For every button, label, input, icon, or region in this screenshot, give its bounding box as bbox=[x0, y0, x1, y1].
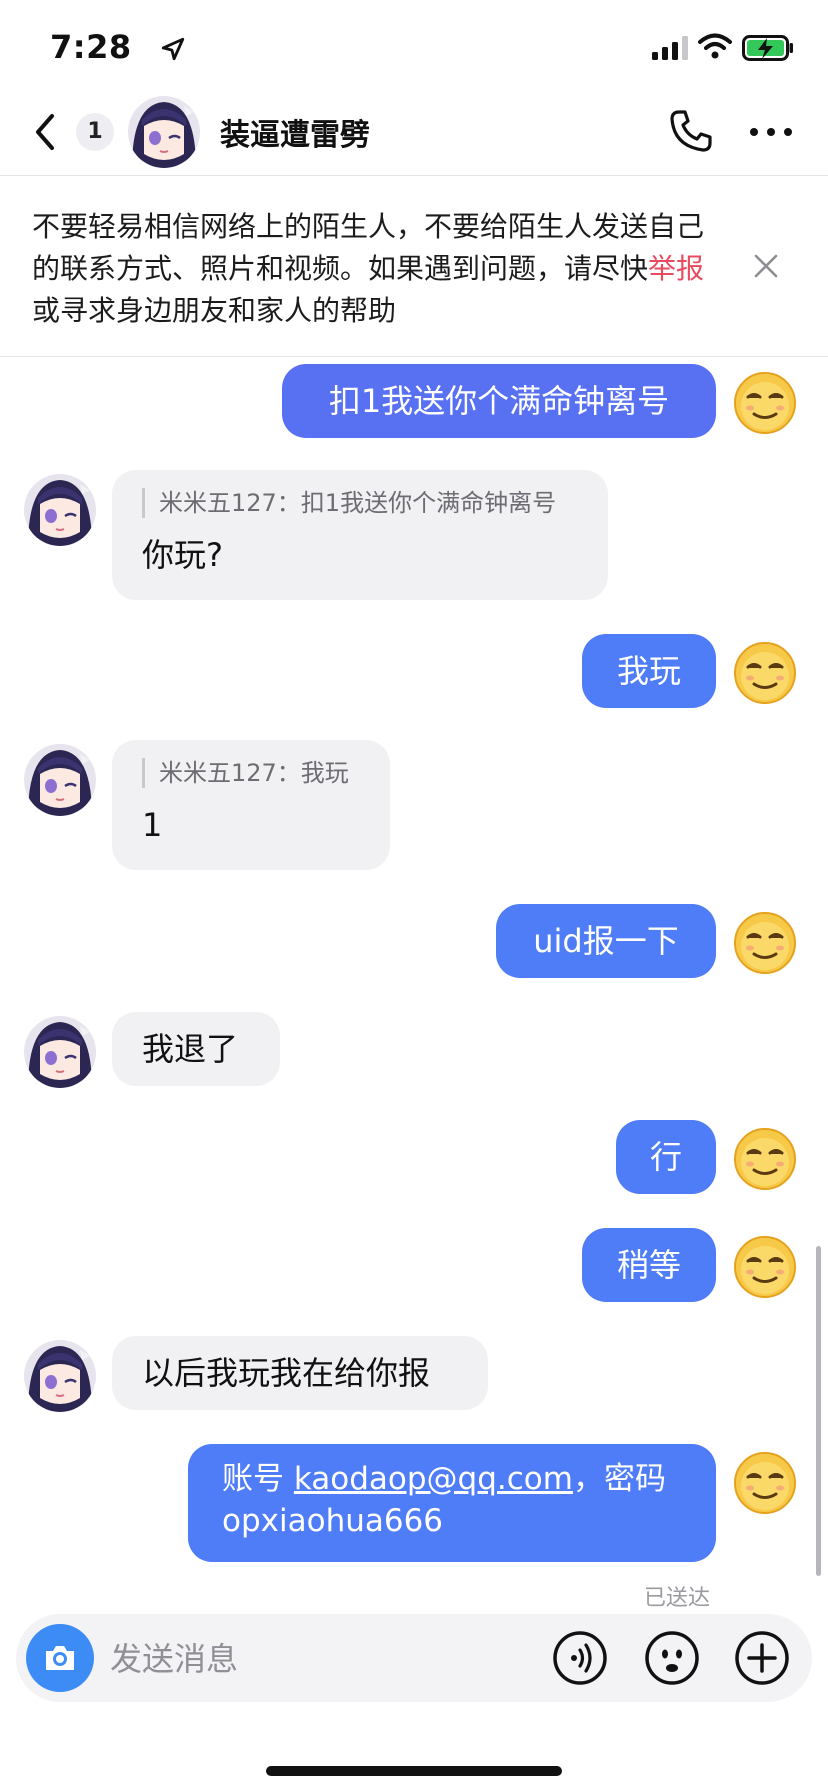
battery-charging-icon bbox=[742, 35, 793, 61]
my-avatar-smiley[interactable] bbox=[732, 1234, 798, 1300]
my-avatar-smiley[interactable] bbox=[732, 1450, 798, 1516]
message-bubble-outgoing[interactable]: 行 bbox=[616, 1120, 716, 1194]
add-attachment-icon[interactable] bbox=[734, 1630, 790, 1686]
contact-avatar[interactable] bbox=[24, 744, 96, 816]
message-text: uid报一下 bbox=[533, 922, 679, 960]
delivery-status: 已送达 bbox=[644, 1586, 711, 1611]
avatar-image bbox=[128, 96, 200, 168]
message-input[interactable] bbox=[108, 1632, 532, 1686]
quoted-reply[interactable]: 米米五127：扣1我送你个满命钟离号 bbox=[142, 488, 578, 518]
my-avatar-smiley[interactable] bbox=[732, 1126, 798, 1192]
location-arrow-icon bbox=[161, 37, 185, 61]
report-link[interactable]: 举报 bbox=[648, 252, 704, 285]
message-text: 我退了 bbox=[142, 1030, 239, 1068]
my-avatar-smiley[interactable] bbox=[732, 910, 798, 976]
email-link[interactable]: kaodaop@qq.com bbox=[294, 1461, 573, 1497]
notice-text-tail: 或寻求身边朋友和家人的帮助 bbox=[32, 294, 397, 327]
my-avatar-smiley[interactable] bbox=[732, 640, 798, 706]
camera-button[interactable] bbox=[26, 1624, 94, 1692]
status-time: 7:28 bbox=[50, 28, 132, 66]
message-text: 扣1我送你个满命钟离号 bbox=[328, 382, 670, 420]
wifi-icon bbox=[698, 33, 732, 59]
message-text: ，密码 bbox=[572, 1461, 666, 1497]
message-text: opxiaohua666 bbox=[222, 1503, 444, 1539]
notice-divider bbox=[0, 356, 828, 357]
message-bubble-incoming[interactable]: 米米五127：我玩 1 bbox=[112, 740, 390, 870]
message-bubble-outgoing[interactable]: 扣1我送你个满命钟离号 bbox=[282, 364, 716, 438]
contact-avatar[interactable] bbox=[24, 1340, 96, 1412]
message-text: 行 bbox=[649, 1138, 682, 1176]
emoji-icon[interactable] bbox=[644, 1630, 700, 1686]
more-options-icon[interactable] bbox=[748, 122, 794, 142]
phone-call-icon[interactable] bbox=[668, 108, 714, 154]
contact-avatar[interactable] bbox=[128, 96, 200, 168]
message-bubble-incoming[interactable]: 我退了 bbox=[112, 1012, 280, 1086]
contact-name[interactable]: 装逼遭雷劈 bbox=[220, 110, 370, 154]
message-bubble-incoming[interactable]: 以后我玩我在给你报 bbox=[112, 1336, 488, 1410]
message-text: 我玩 bbox=[616, 652, 681, 690]
message-bubble-outgoing[interactable]: 我玩 bbox=[582, 634, 716, 708]
message-bubble-incoming[interactable]: 米米五127：扣1我送你个满命钟离号 你玩? bbox=[112, 470, 608, 600]
message-bubble-outgoing[interactable]: 稍等 bbox=[582, 1228, 716, 1302]
safety-notice: 不要轻易相信网络上的陌生人，不要给陌生人发送自己的联系方式、照片和视频。如果遇到… bbox=[32, 206, 722, 332]
message-text: 稍等 bbox=[616, 1246, 681, 1284]
message-bubble-outgoing[interactable]: 账号 kaodaop@qq.com，密码 opxiaohua666 bbox=[188, 1444, 716, 1562]
contact-avatar[interactable] bbox=[24, 474, 96, 546]
cellular-signal-icon bbox=[652, 36, 688, 60]
back-chevron-icon[interactable] bbox=[28, 110, 62, 154]
message-text: 以后我玩我在给你报 bbox=[142, 1354, 431, 1392]
message-text: 你玩? bbox=[142, 536, 223, 574]
voice-message-icon[interactable] bbox=[552, 1630, 608, 1686]
contact-avatar[interactable] bbox=[24, 1016, 96, 1088]
notice-text: 不要轻易相信网络上的陌生人，不要给陌生人发送自己的联系方式、照片和视频。如果遇到… bbox=[32, 210, 705, 285]
header-divider bbox=[0, 175, 828, 176]
close-icon[interactable] bbox=[752, 252, 780, 280]
message-text: 1 bbox=[142, 806, 163, 844]
scrollbar[interactable] bbox=[816, 1246, 821, 1576]
my-avatar-smiley[interactable] bbox=[732, 370, 798, 436]
home-indicator[interactable] bbox=[266, 1766, 562, 1776]
unread-count-badge[interactable]: 1 bbox=[76, 113, 114, 151]
quoted-reply[interactable]: 米米五127：我玩 bbox=[142, 758, 360, 788]
camera-icon bbox=[46, 1646, 74, 1670]
message-bubble-outgoing[interactable]: uid报一下 bbox=[496, 904, 716, 978]
message-text: 账号 bbox=[222, 1461, 294, 1497]
